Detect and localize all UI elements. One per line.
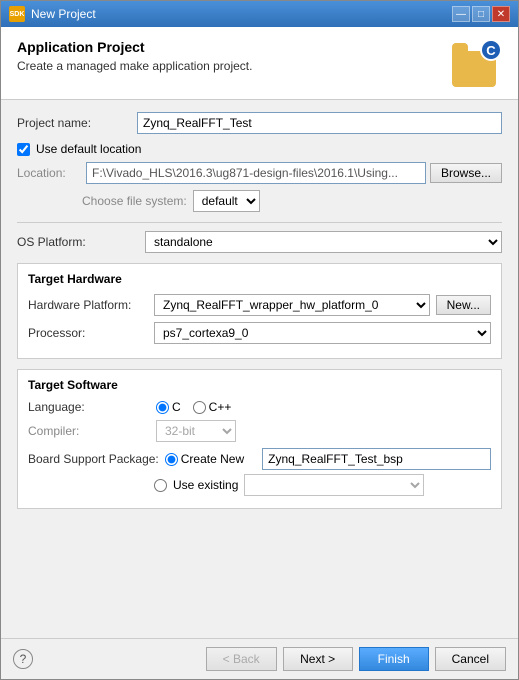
create-new-label: Create New	[181, 452, 244, 466]
language-cpp-option: C++	[193, 400, 232, 414]
os-platform-label: OS Platform:	[17, 235, 137, 249]
os-platform-row: OS Platform: standalone	[17, 231, 502, 253]
project-name-control	[137, 112, 502, 134]
page-subtitle: Create a managed make application projec…	[17, 59, 252, 73]
language-c-label: C	[172, 400, 181, 414]
divider-1	[17, 222, 502, 223]
next-button[interactable]: Next >	[283, 647, 353, 671]
target-software-title: Target Software	[28, 378, 491, 392]
target-hardware-section: Target Hardware Hardware Platform: Zynq_…	[17, 263, 502, 359]
hardware-platform-label: Hardware Platform:	[28, 298, 148, 312]
target-hardware-title: Target Hardware	[28, 272, 491, 286]
header-icon: C	[452, 39, 502, 87]
sdk-icon: SDK	[9, 6, 25, 22]
new-platform-button[interactable]: New...	[436, 295, 491, 315]
minimize-button[interactable]: —	[452, 6, 470, 22]
title-bar: SDK New Project — □ ✕	[1, 1, 518, 27]
language-row: Language: C C++	[28, 400, 491, 414]
use-existing-label: Use existing	[173, 478, 238, 492]
footer-left: ?	[13, 649, 33, 669]
language-cpp-radio[interactable]	[193, 401, 206, 414]
header-section: Application Project Create a managed mak…	[1, 27, 518, 100]
compiler-label: Compiler:	[28, 424, 148, 438]
browse-button[interactable]: Browse...	[430, 163, 502, 183]
footer-buttons: < Back Next > Finish Cancel	[206, 647, 506, 671]
bsp-row: Board Support Package: Create New	[28, 448, 491, 470]
hardware-platform-row: Hardware Platform: Zynq_RealFFT_wrapper_…	[28, 294, 491, 316]
compiler-row: Compiler: 32-bit	[28, 420, 491, 442]
use-existing-row: Use existing	[154, 474, 491, 496]
use-default-location-checkbox[interactable]	[17, 143, 30, 156]
page-title: Application Project	[17, 39, 252, 55]
maximize-button[interactable]: □	[472, 6, 490, 22]
content-area: Project name: Use default location Locat…	[1, 100, 518, 638]
cancel-button[interactable]: Cancel	[435, 647, 506, 671]
finish-button[interactable]: Finish	[359, 647, 429, 671]
location-input[interactable]	[86, 162, 426, 184]
close-button[interactable]: ✕	[492, 6, 510, 22]
language-label: Language:	[28, 400, 148, 414]
c-badge-icon: C	[480, 39, 502, 61]
compiler-select: 32-bit	[156, 420, 236, 442]
processor-select[interactable]: ps7_cortexa9_0	[154, 322, 491, 344]
processor-row: Processor: ps7_cortexa9_0	[28, 322, 491, 344]
existing-bsp-select	[244, 474, 424, 496]
header-text: Application Project Create a managed mak…	[17, 39, 252, 73]
filesystem-label: Choose file system:	[82, 194, 187, 208]
location-label: Location:	[17, 166, 82, 180]
title-bar-left: SDK New Project	[9, 6, 96, 22]
title-controls: — □ ✕	[452, 6, 510, 22]
use-default-location-row: Use default location	[17, 142, 502, 156]
processor-label: Processor:	[28, 326, 148, 340]
location-row: Location: Browse...	[17, 162, 502, 184]
project-name-input[interactable]	[137, 112, 502, 134]
target-software-section: Target Software Language: C C++ Com	[17, 369, 502, 509]
filesystem-row: Choose file system: default	[82, 190, 502, 212]
use-existing-radio[interactable]	[154, 479, 167, 492]
hardware-platform-select[interactable]: Zynq_RealFFT_wrapper_hw_platform_0	[154, 294, 430, 316]
project-name-row: Project name:	[17, 112, 502, 134]
footer: ? < Back Next > Finish Cancel	[1, 638, 518, 679]
window-title: New Project	[31, 7, 96, 21]
filesystem-select[interactable]: default	[193, 190, 260, 212]
create-new-radio-option: Create New	[165, 452, 248, 466]
create-new-radio[interactable]	[165, 453, 178, 466]
os-platform-select[interactable]: standalone	[145, 231, 502, 253]
language-c-radio[interactable]	[156, 401, 169, 414]
use-default-location-label: Use default location	[36, 142, 141, 156]
language-c-option: C	[156, 400, 181, 414]
back-button[interactable]: < Back	[206, 647, 277, 671]
bsp-label: Board Support Package:	[28, 452, 159, 466]
language-radio-group: C C++	[156, 400, 231, 414]
project-name-label: Project name:	[17, 116, 137, 130]
help-button[interactable]: ?	[13, 649, 33, 669]
main-window: SDK New Project — □ ✕ Application Projec…	[0, 0, 519, 680]
language-cpp-label: C++	[209, 400, 232, 414]
bsp-name-input[interactable]	[262, 448, 491, 470]
